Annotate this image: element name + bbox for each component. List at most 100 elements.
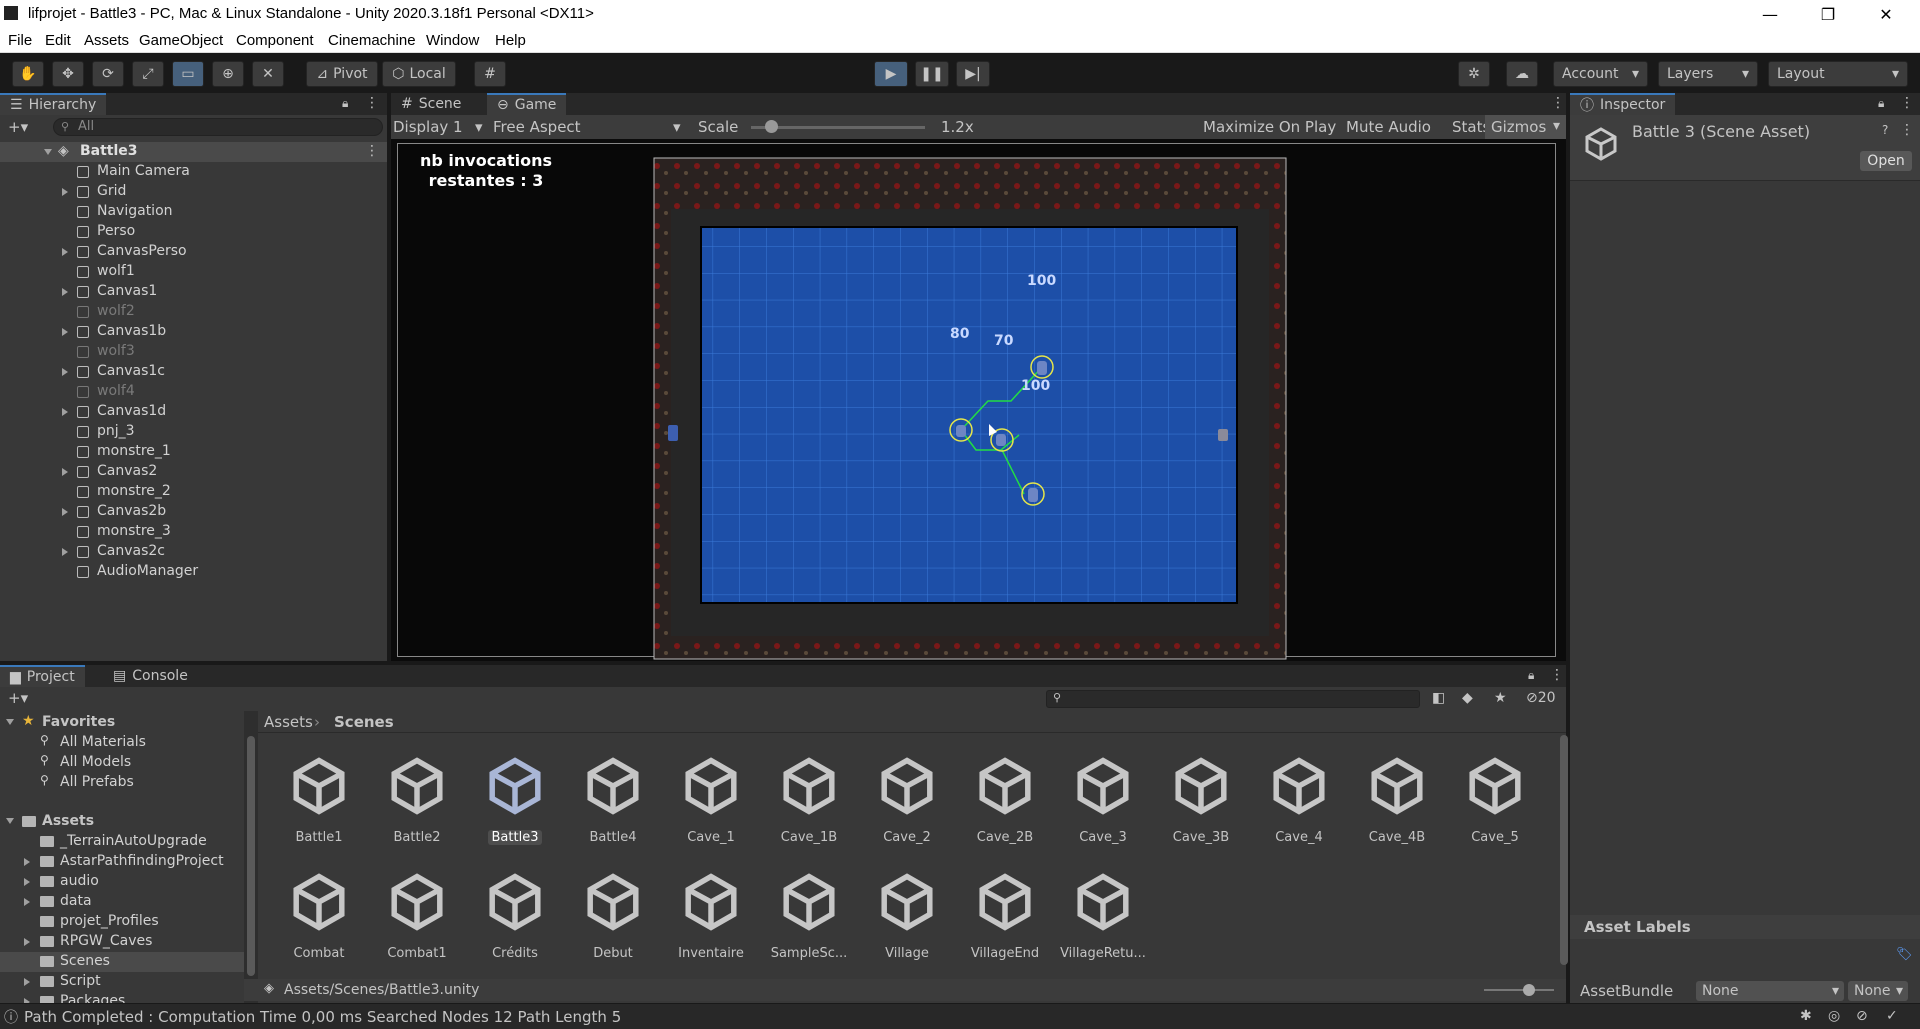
rotate-tool-icon[interactable]: ⟳ bbox=[92, 61, 124, 87]
scene-asset[interactable]: Battle4 bbox=[564, 739, 662, 849]
tab-hierarchy[interactable]: ☰ Hierarchy bbox=[0, 93, 107, 115]
expand-arrow-icon[interactable] bbox=[62, 368, 68, 376]
scale-tool-icon[interactable]: ⤢ bbox=[132, 61, 164, 87]
favorite-item[interactable]: ⚲ All Materials bbox=[0, 733, 244, 753]
scene-asset[interactable]: Cave_3B bbox=[1152, 739, 1250, 849]
folder-item[interactable]: _TerrainAutoUpgrade bbox=[0, 832, 244, 852]
layers-dropdown[interactable]: Layers ▾ bbox=[1658, 61, 1758, 87]
hierarchy-search-input[interactable]: ⚲ All bbox=[53, 118, 383, 136]
local-toggle[interactable]: ⬡ Local bbox=[382, 61, 456, 87]
custom-tool-icon[interactable]: ✕ bbox=[252, 61, 284, 87]
scene-asset[interactable]: Cave_1B bbox=[760, 739, 858, 849]
hierarchy-item[interactable]: Canvas1b bbox=[0, 322, 387, 342]
scene-asset[interactable]: Cave_4B bbox=[1348, 739, 1446, 849]
hierarchy-item[interactable]: wolf4 bbox=[0, 382, 387, 402]
mute-audio-toggle[interactable]: Mute Audio bbox=[1346, 118, 1431, 136]
menu-gameobject[interactable]: GameObject bbox=[139, 32, 223, 49]
scene-asset[interactable]: VillageEnd bbox=[956, 855, 1054, 965]
hierarchy-item[interactable]: wolf2 bbox=[0, 302, 387, 322]
hand-tool-icon[interactable]: ✋ bbox=[12, 61, 44, 87]
grid-snap-icon[interactable]: # bbox=[474, 61, 506, 87]
expand-arrow-icon[interactable] bbox=[62, 548, 68, 556]
help-icon[interactable]: ? bbox=[1882, 123, 1888, 137]
hierarchy-item[interactable]: Navigation bbox=[0, 202, 387, 222]
hierarchy-item[interactable]: monstre_1 bbox=[0, 442, 387, 462]
hierarchy-item[interactable]: Canvas1d bbox=[0, 402, 387, 422]
tab-console[interactable]: ▤ Console bbox=[103, 665, 198, 687]
menu-assets[interactable]: Assets bbox=[84, 32, 129, 49]
step-button[interactable]: ▶| bbox=[956, 61, 990, 87]
hierarchy-item[interactable]: wolf1 bbox=[0, 262, 387, 282]
maximize-on-play-toggle[interactable]: Maximize On Play bbox=[1203, 118, 1336, 136]
scene-kebab-icon[interactable]: ⋮ bbox=[365, 143, 379, 159]
menu-cinemachine[interactable]: Cinemachine bbox=[328, 32, 416, 49]
scene-asset[interactable]: Combat1 bbox=[368, 855, 466, 965]
scene-asset[interactable]: Battle2 bbox=[368, 739, 466, 849]
move-tool-icon[interactable]: ✥ bbox=[52, 61, 84, 87]
folder-item[interactable]: AstarPathfindingProject bbox=[0, 852, 244, 872]
scene-asset[interactable]: Debut bbox=[564, 855, 662, 965]
scene-asset[interactable]: Cave_2 bbox=[858, 739, 956, 849]
status-message[interactable]: Path Completed : Computation Time 0,00 m… bbox=[24, 1008, 621, 1026]
folder-item[interactable]: Scenes bbox=[0, 952, 244, 972]
collapse-arrow-icon[interactable] bbox=[6, 719, 14, 725]
pivot-toggle[interactable]: ⊿ Pivot bbox=[306, 61, 378, 87]
variant-dropdown[interactable]: None ▾ bbox=[1848, 981, 1908, 1001]
scene-asset[interactable]: SampleSc... bbox=[760, 855, 858, 965]
assetbundle-dropdown[interactable]: None ▾ bbox=[1696, 981, 1844, 1001]
play-button[interactable]: ▶ bbox=[874, 61, 908, 87]
check-icon[interactable]: ✓ bbox=[1886, 1008, 1898, 1024]
hierarchy-item[interactable]: pnj_3 bbox=[0, 422, 387, 442]
hierarchy-item[interactable]: Grid bbox=[0, 182, 387, 202]
icon-size-thumb[interactable] bbox=[1523, 984, 1535, 996]
folder-item[interactable]: Script bbox=[0, 972, 244, 992]
tab-game[interactable]: ⊖ Game bbox=[487, 93, 567, 115]
tab-project[interactable]: ▆ Project bbox=[0, 665, 85, 687]
gizmos-toggle[interactable]: Gizmos ▾ bbox=[1485, 115, 1566, 139]
hierarchy-item[interactable]: Canvas2c bbox=[0, 542, 387, 562]
breadcrumb-assets[interactable]: Assets bbox=[264, 713, 313, 731]
menu-help[interactable]: Help bbox=[495, 32, 526, 49]
progress-icon[interactable]: ◎ bbox=[1828, 1008, 1840, 1024]
scene-asset[interactable]: Crédits bbox=[466, 855, 564, 965]
maximize-button[interactable]: ❐ bbox=[1800, 0, 1856, 29]
hidden-packages-toggle[interactable]: ⊘20 bbox=[1526, 690, 1556, 706]
rect-tool-icon[interactable]: ▭ bbox=[172, 61, 204, 87]
project-search-input[interactable]: ⚲ bbox=[1046, 690, 1420, 708]
label-tag-icon[interactable]: 🏷︎ bbox=[1896, 947, 1913, 962]
favorites-label[interactable]: Favorites bbox=[42, 714, 115, 730]
scene-asset[interactable]: Inventaire bbox=[662, 855, 760, 965]
display-dropdown[interactable]: Display 1 ▾ bbox=[393, 118, 485, 136]
favorite-item[interactable]: ⚲ All Models bbox=[0, 753, 244, 773]
view-kebab-icon[interactable]: ⋮ bbox=[1551, 95, 1565, 111]
search-by-type-icon[interactable]: ◧ bbox=[1432, 690, 1445, 706]
hierarchy-item[interactable]: Perso bbox=[0, 222, 387, 242]
expand-arrow-icon[interactable] bbox=[62, 288, 68, 296]
expand-arrow-icon[interactable] bbox=[24, 858, 30, 866]
kebab-menu-icon[interactable]: ⋮ bbox=[1900, 95, 1914, 111]
game-viewport[interactable]: nb invocations restantes : 3 100 80 70 1… bbox=[391, 139, 1566, 661]
expand-arrow-icon[interactable] bbox=[24, 938, 30, 946]
hierarchy-item[interactable]: Canvas1 bbox=[0, 282, 387, 302]
collab-icon[interactable]: ✲ bbox=[1458, 61, 1490, 87]
aspect-dropdown[interactable]: Free Aspect ▾ bbox=[493, 118, 683, 136]
hierarchy-item[interactable]: AudioManager bbox=[0, 562, 387, 582]
folder-item[interactable]: RPGW_Caves bbox=[0, 932, 244, 952]
minimize-button[interactable]: — bbox=[1742, 0, 1798, 29]
scene-asset[interactable]: Cave_1 bbox=[662, 739, 760, 849]
favorite-star-icon[interactable]: ★ bbox=[1494, 690, 1507, 706]
folder-item[interactable]: data bbox=[0, 892, 244, 912]
kebab-menu-icon[interactable]: ⋮ bbox=[1550, 667, 1564, 683]
folder-item[interactable]: projet_Profiles bbox=[0, 912, 244, 932]
icon-size-slider[interactable] bbox=[1484, 989, 1554, 991]
scene-asset[interactable]: Cave_2B bbox=[956, 739, 1054, 849]
lock-icon[interactable]: 🔒︎ bbox=[342, 96, 348, 111]
account-dropdown[interactable]: Account ▾ bbox=[1553, 61, 1648, 87]
tab-inspector[interactable]: ⓘ Inspector bbox=[1570, 93, 1676, 115]
scene-asset[interactable]: Combat bbox=[270, 855, 368, 965]
add-icon[interactable]: +▾ bbox=[8, 118, 28, 136]
scene-asset[interactable]: Village bbox=[858, 855, 956, 965]
lock-icon[interactable]: 🔒︎ bbox=[1878, 96, 1884, 111]
transform-tool-icon[interactable]: ⊕ bbox=[212, 61, 244, 87]
expand-arrow-icon[interactable] bbox=[62, 468, 68, 476]
